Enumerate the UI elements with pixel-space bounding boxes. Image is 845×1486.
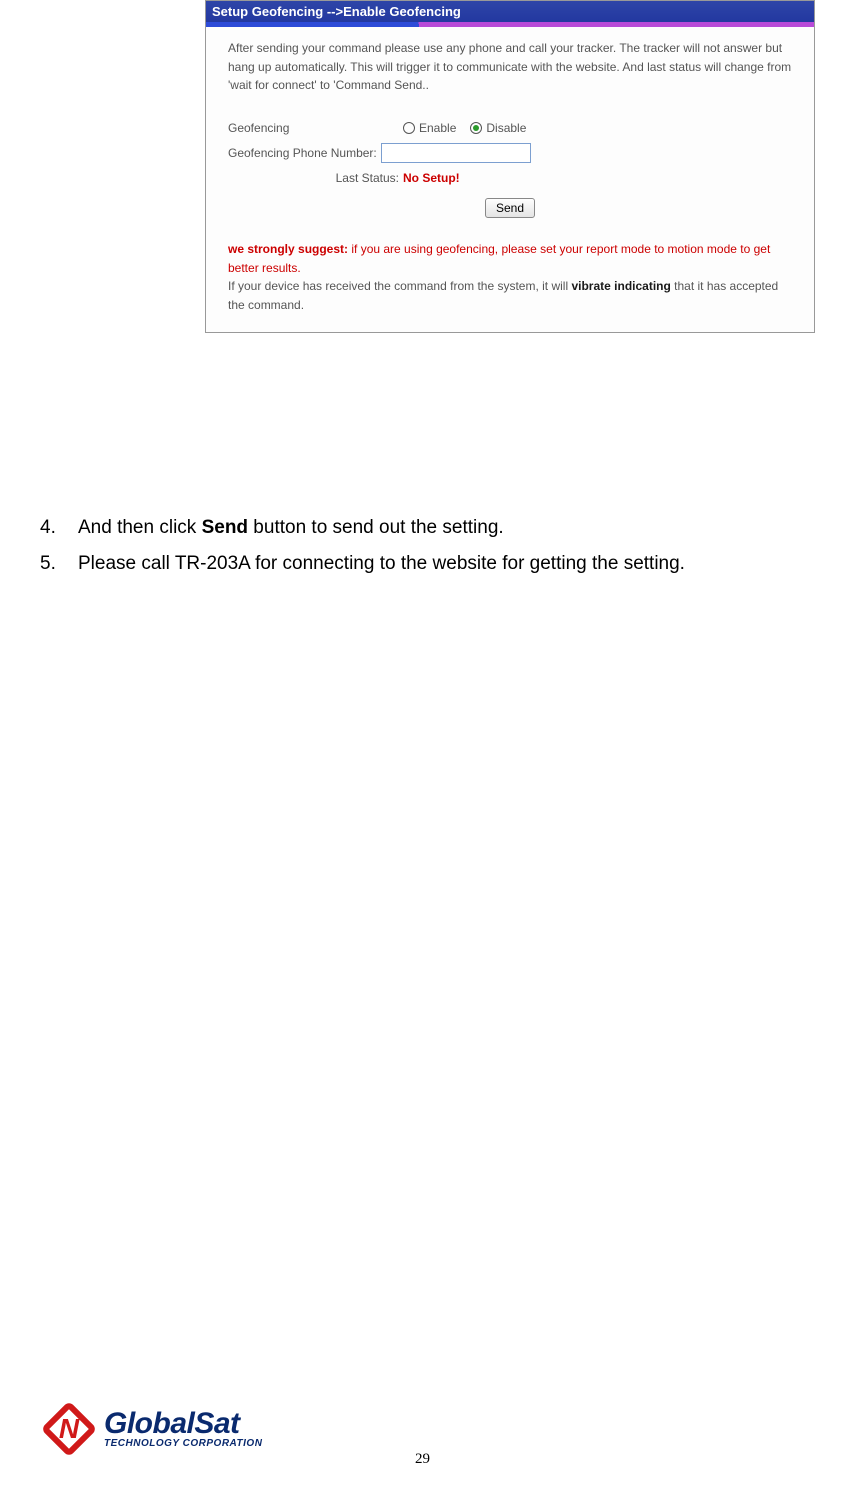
suggest-prefix: we strongly suggest:	[228, 242, 351, 256]
instruction-4-before: And then click	[78, 517, 202, 538]
logo-mark-icon: N	[40, 1400, 98, 1458]
geofencing-toggle-row: Geofencing Enable Disable	[228, 119, 792, 138]
enable-radio[interactable]: Enable	[403, 119, 456, 138]
logo-sub-text: TECHNOLOGY CORPORATION	[104, 1439, 262, 1449]
last-status-row: Last Status: No Setup!	[228, 169, 792, 188]
geofencing-panel: Setup Geofencing -->Enable Geofencing Af…	[205, 0, 815, 333]
phone-number-row: Geofencing Phone Number:	[228, 143, 792, 163]
logo-text: GlobalSat TECHNOLOGY CORPORATION	[104, 1409, 262, 1449]
suggest-line2: If your device has received the command …	[228, 279, 778, 312]
geofencing-label: Geofencing	[228, 119, 403, 138]
radio-selected-icon	[470, 122, 482, 134]
instruction-5-number: 5.	[40, 546, 78, 582]
suggest-line1: we strongly suggest: if you are using ge…	[228, 242, 770, 275]
instruction-4-bold: Send	[202, 517, 248, 538]
radio-empty-icon	[403, 122, 415, 134]
panel-title: Setup Geofencing -->Enable Geofencing	[206, 1, 814, 24]
instruction-4-number: 4.	[40, 510, 78, 546]
send-button-wrap: Send	[228, 198, 792, 218]
vibrate-indicating: vibrate indicating	[571, 279, 670, 293]
phone-number-label: Geofencing Phone Number:	[228, 144, 377, 163]
globalsat-logo: N GlobalSat TECHNOLOGY CORPORATION	[40, 1400, 262, 1458]
enable-radio-label: Enable	[419, 119, 456, 138]
disable-radio-label: Disable	[486, 119, 526, 138]
send-button[interactable]: Send	[485, 198, 535, 218]
suggest-line2-before: If your device has received the command …	[228, 279, 571, 293]
instruction-4-after: button to send out the setting.	[248, 517, 504, 538]
instruction-5: 5. Please call TR-203A for connecting to…	[40, 546, 830, 582]
logo-main-text: GlobalSat	[104, 1409, 262, 1439]
disable-radio[interactable]: Disable	[470, 119, 526, 138]
instruction-4-text: And then click Send button to send out t…	[78, 510, 830, 546]
last-status-value: No Setup!	[403, 169, 460, 188]
panel-body: After sending your command please use an…	[206, 27, 814, 332]
last-status-label: Last Status:	[228, 169, 403, 188]
instruction-list: 4. And then click Send button to send ou…	[40, 510, 830, 582]
suggest-block: we strongly suggest: if you are using ge…	[228, 240, 792, 314]
geofencing-radio-group: Enable Disable	[403, 119, 536, 138]
instruction-5-text: Please call TR-203A for connecting to th…	[78, 546, 830, 582]
page-number: 29	[415, 1451, 430, 1468]
panel-intro-text: After sending your command please use an…	[228, 39, 792, 95]
instruction-4: 4. And then click Send button to send ou…	[40, 510, 830, 546]
phone-number-input[interactable]	[381, 143, 531, 163]
